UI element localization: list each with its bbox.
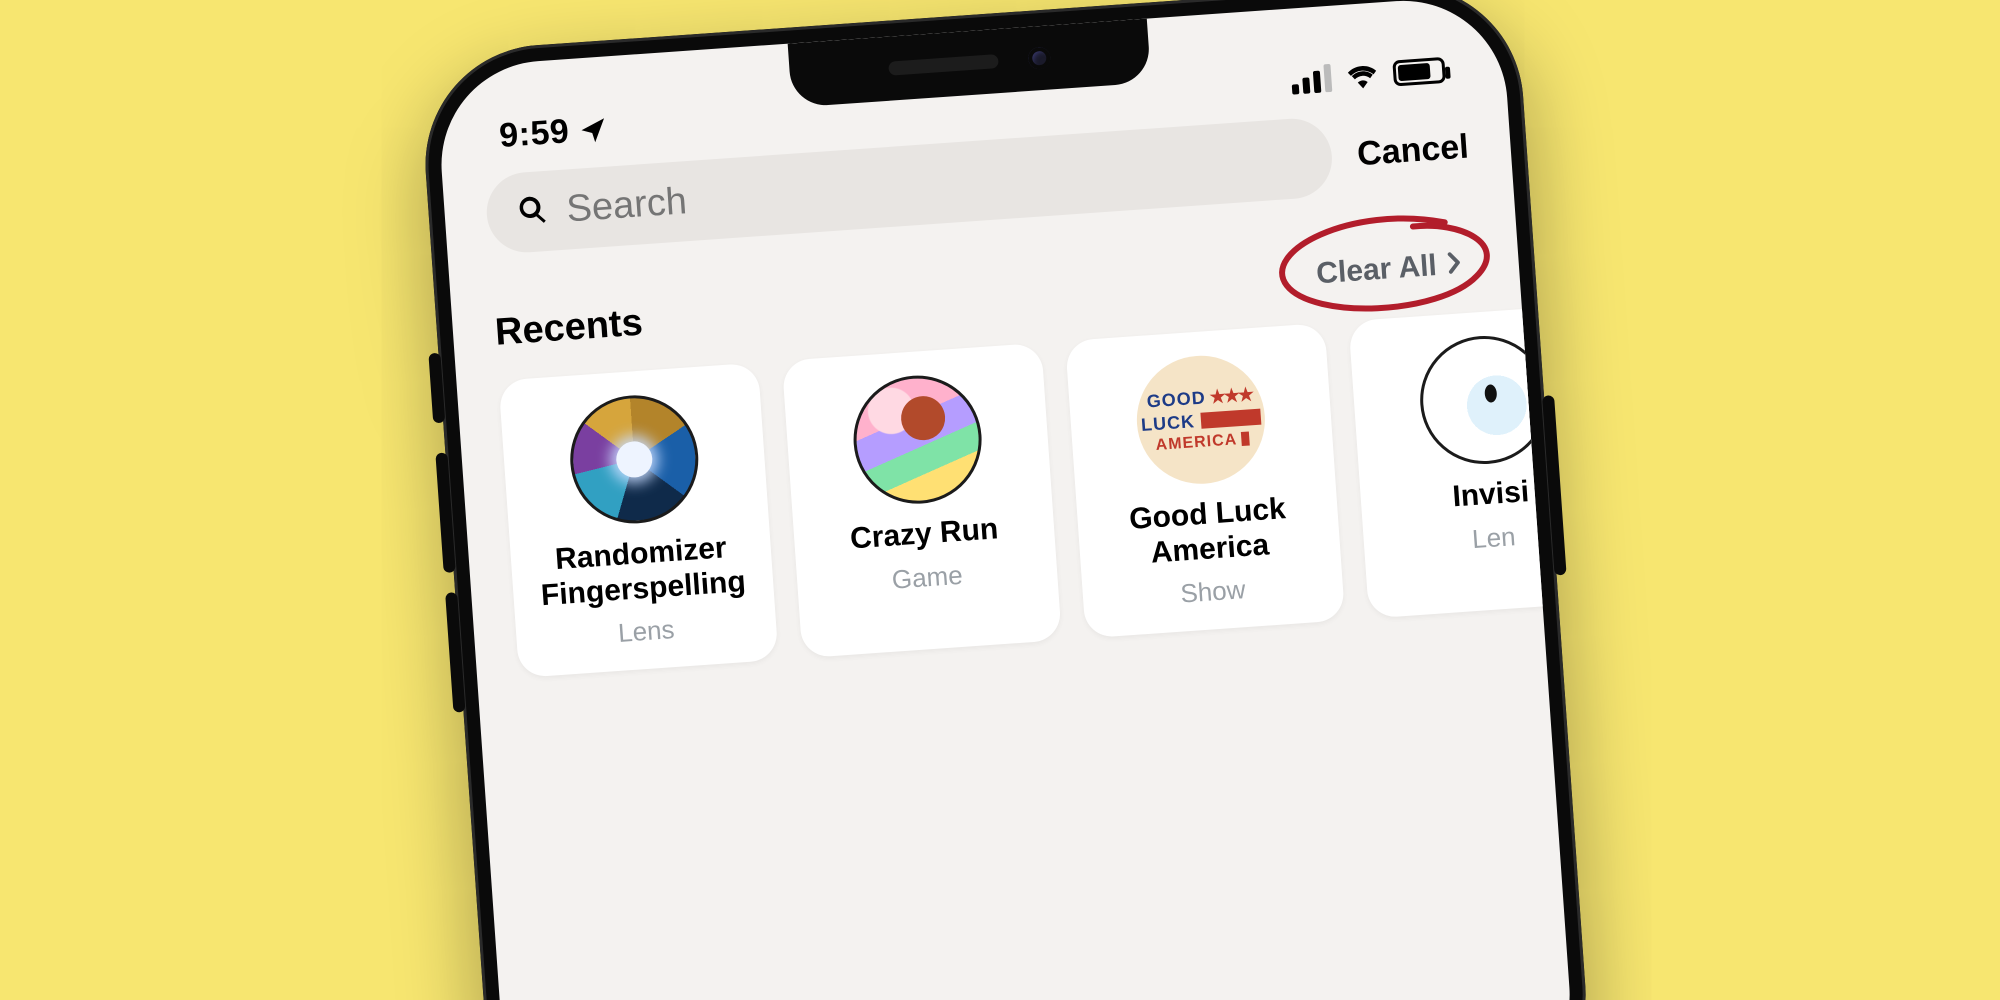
card-title: Randomizer Fingerspelling bbox=[524, 529, 760, 614]
card-title: Invisi bbox=[1451, 475, 1530, 515]
card-thumbnail: GOOD★★★ LUCK AMERICA bbox=[1133, 351, 1270, 488]
card-subtitle: Game bbox=[891, 559, 964, 595]
phone-frame: 9:59 bbox=[417, 0, 1593, 1000]
good-luck-america-logo: GOOD★★★ LUCK AMERICA bbox=[1133, 351, 1270, 488]
card-subtitle: Len bbox=[1471, 521, 1516, 555]
recents-title: Recents bbox=[494, 302, 644, 355]
phone-power-button bbox=[1542, 395, 1567, 575]
clear-all-label: Clear All bbox=[1315, 249, 1438, 291]
search-icon bbox=[516, 192, 551, 231]
cancel-button[interactable]: Cancel bbox=[1356, 127, 1470, 174]
recents-card[interactable]: GOOD★★★ LUCK AMERICA Good Luck America S… bbox=[1065, 323, 1345, 638]
phone-volume-down bbox=[445, 592, 465, 713]
phone-speaker bbox=[888, 54, 999, 76]
card-subtitle: Lens bbox=[617, 614, 675, 649]
battery-icon bbox=[1392, 57, 1446, 87]
card-title: Crazy Run bbox=[849, 512, 999, 557]
cellular-signal-icon bbox=[1290, 64, 1332, 95]
recents-card[interactable]: Randomizer Fingerspelling Lens bbox=[498, 363, 778, 678]
phone-screen: 9:59 bbox=[435, 0, 1577, 1000]
status-time: 9:59 bbox=[498, 112, 571, 156]
phone-mockup-stage: 9:59 bbox=[406, 0, 1593, 1000]
card-thumbnail bbox=[1416, 332, 1553, 469]
recents-card[interactable]: Crazy Run Game bbox=[782, 343, 1062, 658]
card-thumbnail bbox=[849, 371, 986, 508]
clear-all-button[interactable]: Clear All bbox=[1307, 241, 1472, 298]
phone-volume-up bbox=[435, 452, 455, 573]
card-title: Good Luck America bbox=[1091, 490, 1327, 575]
wifi-icon bbox=[1344, 62, 1380, 90]
card-subtitle: Show bbox=[1179, 574, 1246, 609]
chevron-right-icon bbox=[1444, 247, 1464, 282]
recents-cards[interactable]: Randomizer Fingerspelling Lens Crazy Run… bbox=[498, 312, 1500, 678]
phone-side-button bbox=[428, 353, 445, 424]
recents-card[interactable]: Invisi Len bbox=[1348, 303, 1576, 618]
location-arrow-icon bbox=[578, 115, 608, 145]
card-thumbnail bbox=[566, 391, 703, 528]
phone-front-camera bbox=[1028, 46, 1051, 69]
